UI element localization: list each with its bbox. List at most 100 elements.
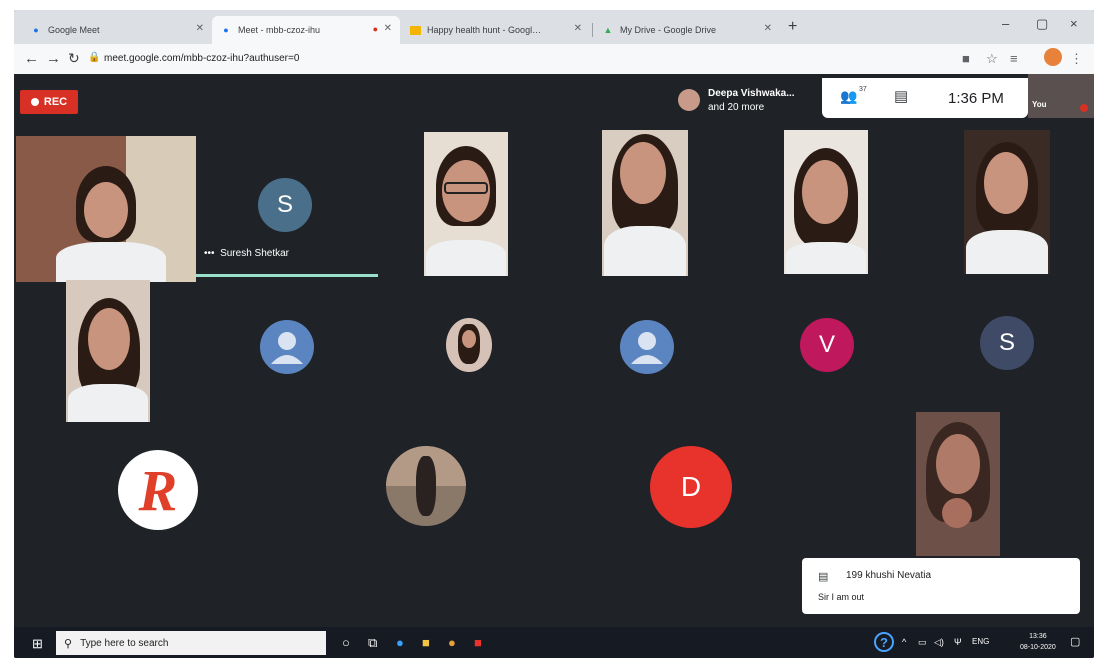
recording-dot-icon: ● <box>372 24 378 34</box>
people-icon[interactable]: 👥 <box>840 88 857 105</box>
windows-taskbar: ⊞ ⚲ Type here to search ○ ⧉ ● ■ ● ■ ? ^ … <box>14 627 1094 658</box>
meeting-info-bar: 👥 37 ▤ 1:36 PM <box>822 78 1028 118</box>
self-view-tile[interactable]: You <box>1028 74 1094 118</box>
tab-slides[interactable]: Happy health hunt - Google Sli ✕ <box>402 16 590 44</box>
meet-icon: ● <box>33 25 39 35</box>
file-explorer-icon[interactable]: ■ <box>422 635 430 650</box>
slides-icon <box>410 25 421 35</box>
windows-start-icon[interactable]: ⊞ <box>32 636 43 652</box>
volume-icon[interactable]: ◁) <box>934 637 944 648</box>
reload-icon[interactable]: ↻ <box>68 50 80 67</box>
presence-more: and 20 more <box>708 102 765 113</box>
app-icon[interactable]: ■ <box>474 635 482 650</box>
tab-bar: ● Google Meet ✕ ● Meet - mbb-czoz-ihu ● … <box>14 10 1094 44</box>
close-window-button[interactable]: × <box>1070 16 1078 31</box>
lock-icon: 🔒 <box>88 52 101 63</box>
speaking-indicator <box>196 274 378 277</box>
tab-title: Meet - mbb-czoz-ihu <box>238 25 321 35</box>
media-queue-icon[interactable]: ≡ <box>1010 51 1018 66</box>
close-icon[interactable]: ✕ <box>196 23 204 34</box>
profile-avatar[interactable] <box>1044 48 1062 66</box>
menu-icon[interactable]: ⋮ <box>1070 51 1083 67</box>
record-dot-icon <box>30 98 39 106</box>
participant-count: 37 <box>859 86 867 93</box>
forward-arrow-icon[interactable]: → <box>46 50 61 67</box>
participant-avatar-default[interactable] <box>260 320 314 374</box>
recording-badge: REC <box>20 90 78 114</box>
maximize-button[interactable]: ▢ <box>1036 16 1048 32</box>
star-icon[interactable]: ☆ <box>986 51 998 67</box>
tab-title: Google Meet <box>48 25 100 35</box>
participant-photo-avatar[interactable] <box>386 446 466 526</box>
mic-muted-icon <box>1080 104 1088 112</box>
participant-video[interactable] <box>916 412 1000 556</box>
participant-video[interactable] <box>964 130 1050 274</box>
usb-icon[interactable]: Ψ <box>954 637 962 647</box>
close-icon[interactable]: ✕ <box>574 23 582 34</box>
drive-icon: ▲ <box>603 25 613 35</box>
taskbar-clock[interactable]: 13:36 08-10-2020 <box>1020 631 1056 653</box>
search-icon: ⚲ <box>64 637 73 650</box>
participant-video[interactable] <box>784 130 868 274</box>
participant-avatar-v[interactable]: V <box>800 318 854 372</box>
person-icon <box>631 332 663 364</box>
back-arrow-icon[interactable]: ← <box>24 50 39 67</box>
participant-video[interactable] <box>602 130 688 276</box>
tab-title: Happy health hunt - Google Sli <box>427 25 545 35</box>
clock-time: 13:36 <box>1029 633 1047 640</box>
participant-video[interactable] <box>66 280 150 422</box>
edge-icon[interactable]: ● <box>396 635 404 650</box>
participant-logo-avatar[interactable]: R <box>118 450 198 530</box>
participant-name: Suresh Shetkar <box>220 248 290 259</box>
participant-avatar-s[interactable]: S <box>980 316 1034 370</box>
r-logo-icon: R <box>138 457 178 523</box>
participant-avatar-s[interactable]: S <box>258 178 312 232</box>
chat-sender: 199 khushi Nevatia <box>846 570 932 581</box>
language-indicator[interactable]: ENG <box>972 637 989 646</box>
chat-icon[interactable]: ▤ <box>894 87 908 105</box>
tab-title: My Drive - Google Drive <box>620 25 717 35</box>
chat-icon: ▤ <box>818 571 829 583</box>
tab-google-meet[interactable]: ● Google Meet ✕ <box>22 16 212 44</box>
avatar <box>678 89 700 111</box>
chrome-icon[interactable]: ● <box>448 635 456 650</box>
new-tab-button[interactable]: + <box>788 18 797 36</box>
chat-message: Sir I am out <box>818 592 865 602</box>
participant-name-label: ••• Suresh Shetkar <box>204 248 289 259</box>
task-view-icon[interactable]: ⧉ <box>368 635 377 651</box>
cortana-icon[interactable]: ○ <box>342 635 350 650</box>
participant-avatar-d[interactable]: D <box>650 446 732 528</box>
tab-meet-call[interactable]: ● Meet - mbb-czoz-ihu ● ✕ <box>212 16 400 44</box>
presence-indicator[interactable]: Deepa Vishwaka... and 20 more <box>678 84 818 118</box>
close-icon[interactable]: ✕ <box>764 23 772 34</box>
self-label: You <box>1032 100 1047 109</box>
participant-avatar-default[interactable] <box>620 320 674 374</box>
tab-drive[interactable]: ▲ My Drive - Google Drive ✕ <box>594 16 780 44</box>
participant-video[interactable] <box>16 136 196 282</box>
participant-photo-avatar[interactable] <box>446 318 492 372</box>
avatar-letter: D <box>680 471 702 502</box>
avatar-letter: V <box>818 331 835 358</box>
taskbar-search[interactable]: ⚲ Type here to search <box>56 631 326 655</box>
avatar-letter: S <box>998 329 1015 356</box>
screen: ● Google Meet ✕ ● Meet - mbb-czoz-ihu ● … <box>14 10 1094 658</box>
address-bar[interactable]: meet.google.com/mbb-czoz-ihu?authuser=0 <box>104 53 299 64</box>
close-icon[interactable]: ✕ <box>384 23 392 34</box>
camera-icon[interactable]: ■ <box>962 51 970 66</box>
notification-icon[interactable]: ▢ <box>1070 635 1080 648</box>
help-icon[interactable]: ? <box>874 632 894 652</box>
browser-toolbar: ← → ↻ 🔒 meet.google.com/mbb-czoz-ihu?aut… <box>14 44 1094 75</box>
network-icon[interactable]: ▭ <box>918 637 927 648</box>
participant-video[interactable] <box>424 132 508 276</box>
minimize-button[interactable]: – <box>1002 16 1009 31</box>
rec-label: REC <box>43 96 68 108</box>
avatar-letter: S <box>276 191 293 218</box>
meet-grid: REC Deepa Vishwaka... and 20 more 👥 37 ▤… <box>14 74 1094 627</box>
chat-notification[interactable]: ▤ 199 khushi Nevatia Sir I am out <box>802 558 1080 614</box>
meeting-time: 1:36 PM <box>948 90 1004 107</box>
tray-chevron-icon[interactable]: ^ <box>902 637 906 647</box>
tab-divider <box>592 23 593 37</box>
clock-date: 08-10-2020 <box>1020 644 1056 651</box>
presence-name: Deepa Vishwaka... <box>708 88 795 99</box>
person-icon <box>271 332 303 364</box>
